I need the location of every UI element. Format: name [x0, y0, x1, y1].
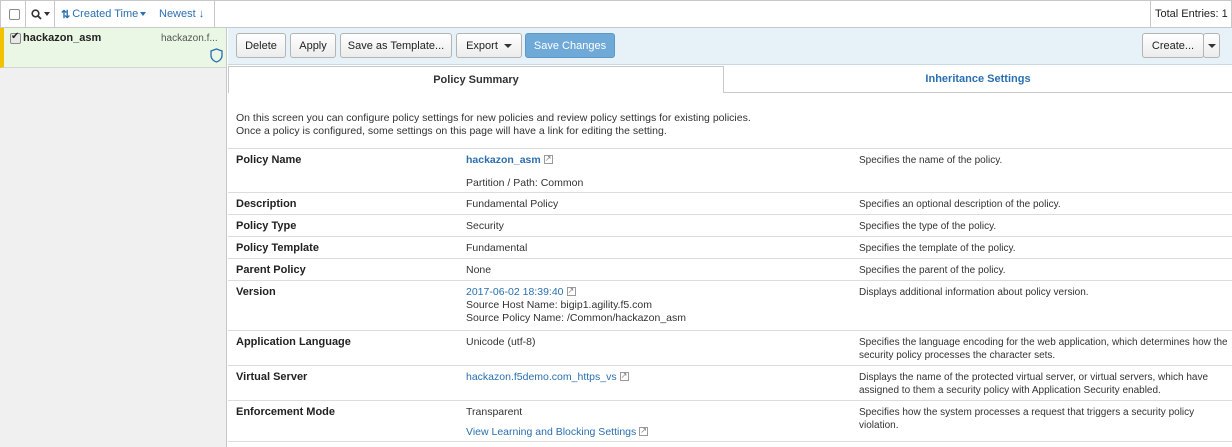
filter-bar: ⇅ Created Time Newest ↓ Total Entries: 1: [0, 0, 1232, 28]
row-value: hackazon_asm Partition / Path: Common: [466, 152, 584, 190]
row-label: Description: [236, 198, 297, 210]
row-policy-template: Policy Template Fundamental Specifies th…: [228, 236, 1232, 258]
list-item[interactable]: hackazon_asm hackazon.f...: [0, 28, 226, 68]
external-link-icon[interactable]: [619, 369, 629, 382]
source-policy-name: Source Policy Name: /Common/hackazon_asm: [466, 312, 687, 324]
row-value: Fundamental Policy: [466, 198, 559, 210]
row-value: Unicode (utf-8): [466, 336, 536, 348]
row-label: Policy Template: [236, 242, 319, 254]
source-host-name: Source Host Name: bigip1.agility.f5.com: [466, 299, 652, 311]
external-link-icon[interactable]: [639, 424, 649, 437]
row-policy-type: Policy Type Security Specifies the type …: [228, 214, 1232, 236]
row-label: Version: [236, 286, 276, 298]
select-all-checkbox[interactable]: [9, 1, 20, 27]
virtual-server-link[interactable]: hackazon.f5demo.com_https_vs: [466, 371, 617, 383]
row-parent-policy: Parent Policy None Specifies the parent …: [228, 258, 1232, 280]
row-description-text: Specifies an optional description of the…: [859, 199, 1061, 210]
policy-list: hackazon_asm hackazon.f...: [0, 28, 227, 447]
row-label: Application Language: [236, 336, 351, 348]
total-entries: Total Entries: 1: [1155, 8, 1228, 20]
intro-text: On this screen you can configure policy …: [236, 112, 751, 138]
desc-line-1: Specifies the language encoding for the …: [859, 337, 1190, 348]
row-description: Description Fundamental Policy Specifies…: [228, 192, 1232, 214]
row-description-text: Specifies the language encoding for the …: [859, 336, 1229, 362]
row-label: Policy Type: [236, 220, 297, 232]
apply-button[interactable]: Apply: [290, 33, 336, 58]
row-label: Parent Policy: [236, 264, 306, 276]
row-application-language: Application Language Unicode (utf-8) Spe…: [228, 330, 1232, 365]
policy-name-link[interactable]: hackazon_asm: [466, 154, 541, 166]
shield-icon: [210, 48, 223, 63]
external-link-icon[interactable]: [543, 152, 553, 165]
row-enforcement-mode: Enforcement Mode Transparent View Learni…: [228, 400, 1232, 442]
row-description-text: Specifies the type of the policy.: [859, 221, 997, 232]
row-label: Enforcement Mode: [236, 406, 336, 418]
arrow-down-icon: ↓: [198, 8, 205, 20]
export-label: Export: [466, 39, 498, 52]
sort-order-newest[interactable]: Newest ↓: [159, 1, 204, 27]
item-virtual-server: hackazon.f...: [161, 33, 218, 44]
row-value: 2017-06-02 18:39:40 Source Host Name: bi…: [466, 284, 687, 325]
chevron-down-icon: [140, 12, 147, 16]
row-description-text: Specifies the template of the policy.: [859, 243, 1016, 254]
item-name: hackazon_asm: [23, 32, 102, 44]
external-link-icon[interactable]: [566, 284, 576, 297]
view-learning-blocking-link[interactable]: View Learning and Blocking Settings: [466, 426, 636, 438]
row-version: Version 2017-06-02 18:39:40 Source Host …: [228, 280, 1232, 330]
row-value: Fundamental: [466, 242, 528, 254]
row-value: None: [466, 264, 492, 276]
desc-line-1: Displays the name of the protected virtu…: [859, 372, 1184, 383]
row-description-text: Specifies the parent of the policy.: [859, 265, 1006, 276]
desc-line-1: Specifies how the system processes a req…: [859, 407, 1195, 418]
export-button[interactable]: Export: [456, 33, 522, 58]
version-link[interactable]: 2017-06-02 18:39:40: [466, 286, 564, 298]
delete-button[interactable]: Delete: [236, 33, 286, 58]
desc-line-2: violation.: [859, 420, 899, 431]
row-value: hackazon.f5demo.com_https_vs: [466, 369, 629, 384]
chevron-down-icon: [1207, 43, 1216, 48]
action-toolbar: Delete Apply Save as Template... Export …: [228, 28, 1232, 65]
order-label: Newest: [159, 8, 196, 20]
save-as-template-button[interactable]: Save as Template...: [340, 33, 452, 58]
partition-path: Partition / Path: Common: [466, 177, 584, 189]
row-description-text: Displays additional information about po…: [859, 287, 1089, 298]
row-value: Transparent View Learning and Blocking S…: [466, 406, 649, 439]
create-button[interactable]: Create...: [1142, 33, 1204, 58]
intro-line-1: On this screen you can configure policy …: [236, 112, 751, 124]
sort-icon: ⇅: [61, 8, 71, 21]
enforcement-mode-value: Transparent: [466, 406, 523, 418]
row-label: Policy Name: [236, 154, 302, 166]
tab-policy-summary[interactable]: Policy Summary: [228, 66, 724, 93]
row-description-text: Specifies how the system processes a req…: [859, 406, 1229, 432]
item-checkbox[interactable]: [10, 31, 21, 47]
row-description: Specifies the name of the policy.: [859, 155, 1003, 166]
chevron-down-icon: [503, 43, 512, 48]
sort-by-created-time[interactable]: ⇅ Created Time: [61, 1, 147, 27]
save-changes-button[interactable]: Save Changes: [525, 33, 615, 58]
intro-line-2: Once a policy is configured, some settin…: [236, 125, 667, 137]
row-value: Security: [466, 220, 504, 232]
row-policy-name: Policy Name hackazon_asm Partition / Pat…: [228, 148, 1232, 192]
create-dropdown-button[interactable]: [1203, 33, 1220, 58]
tab-bar: Policy Summary Inheritance Settings: [228, 66, 1232, 93]
row-label: Virtual Server: [236, 371, 308, 383]
search-dropdown[interactable]: [31, 1, 50, 27]
row-virtual-server: Virtual Server hackazon.f5demo.com_https…: [228, 365, 1232, 400]
search-icon: [31, 8, 42, 20]
chevron-down-icon: [44, 12, 50, 16]
row-description-text: Displays the name of the protected virtu…: [859, 371, 1229, 397]
tab-inheritance-settings[interactable]: Inheritance Settings: [724, 66, 1232, 93]
sort-label: Created Time: [72, 8, 139, 20]
